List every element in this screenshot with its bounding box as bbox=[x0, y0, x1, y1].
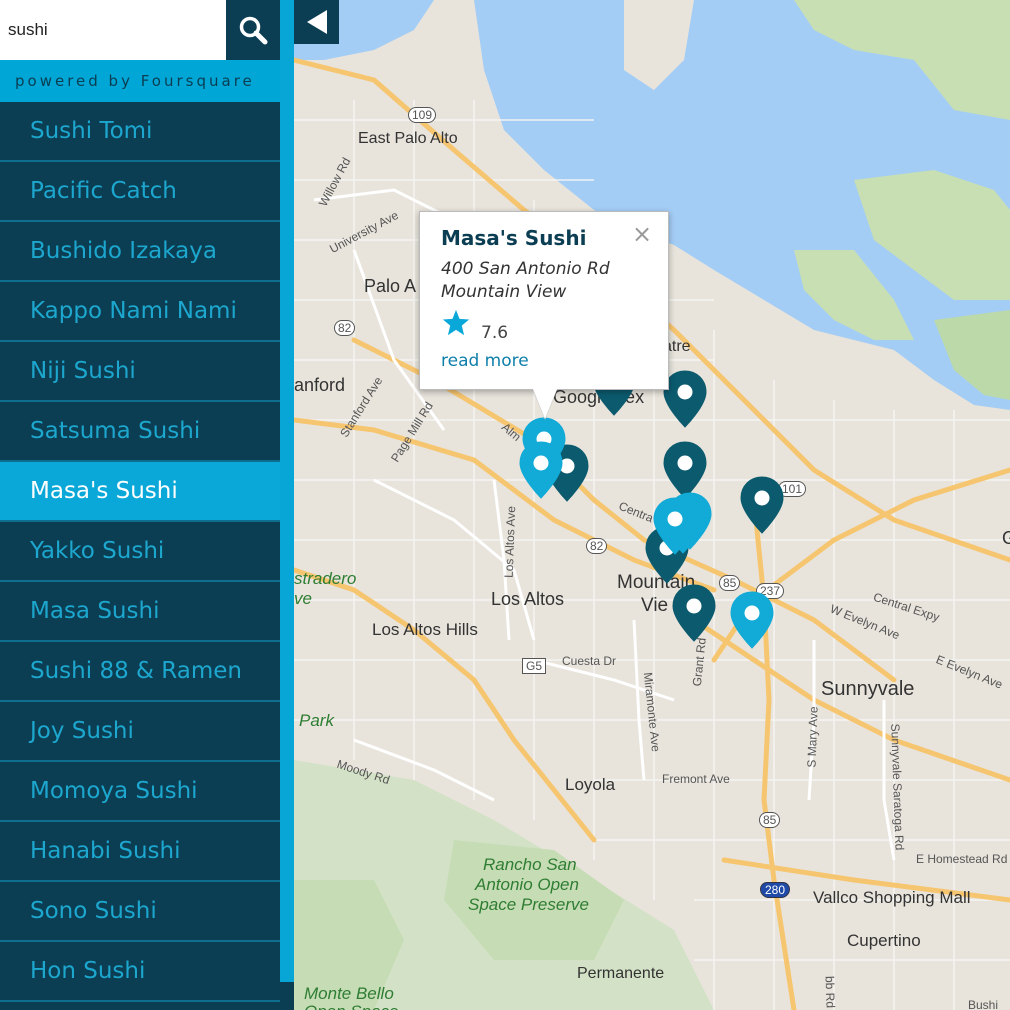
venue-list-item[interactable]: Sono Sushi bbox=[0, 882, 280, 942]
map-pin-icon[interactable] bbox=[652, 496, 698, 561]
map-label-rancho-1: Rancho San bbox=[483, 855, 577, 874]
search-bar bbox=[0, 0, 280, 60]
map-label-g-right: G bbox=[1002, 528, 1010, 548]
info-window: Masa's Sushi × 400 San Antonio Rd Mounta… bbox=[419, 211, 669, 390]
map-label-sunnyvale: Sunnyvale bbox=[821, 678, 915, 700]
map-label-park: Park bbox=[299, 711, 334, 730]
info-window-title: Masa's Sushi bbox=[441, 226, 587, 250]
left-triangle-icon bbox=[306, 10, 327, 34]
venue-list-item[interactable]: Pacific Catch bbox=[0, 162, 280, 222]
search-icon bbox=[239, 16, 268, 45]
map-label-permanente: Permanente bbox=[577, 965, 665, 982]
map-label-mountain-view-2: Vie bbox=[641, 595, 669, 616]
map-label-vallco: Vallco Shopping Mall bbox=[813, 888, 971, 907]
venue-list-item[interactable]: Sushi 88 & Ramen bbox=[0, 642, 280, 702]
close-icon[interactable]: × bbox=[632, 220, 652, 248]
toggle-sidebar-button[interactable] bbox=[294, 0, 339, 44]
map-label-cuesta-dr: Cuesta Dr bbox=[562, 654, 617, 668]
map-pin-icon[interactable] bbox=[671, 583, 717, 648]
venue-list-item[interactable]: Yakko Sushi bbox=[0, 522, 280, 582]
highway-shield-g5: G5 bbox=[522, 658, 547, 674]
info-window-rating: 7.6 bbox=[481, 323, 509, 343]
map-label-monte-bello-1: Monte Bello bbox=[304, 984, 394, 1003]
read-more-link[interactable]: read more bbox=[441, 351, 529, 371]
map-pin-icon[interactable] bbox=[729, 590, 775, 655]
venue-list-item[interactable]: Hon Sushi bbox=[0, 942, 280, 1002]
venue-list-item[interactable]: Momoya Sushi bbox=[0, 762, 280, 822]
info-window-address-line1: 400 San Antonio Rd bbox=[441, 259, 610, 279]
info-window-tail bbox=[533, 389, 557, 419]
star-icon bbox=[442, 309, 470, 336]
map-label-estradero-1: stradero bbox=[294, 569, 357, 588]
venue-list-item[interactable]: Bushido Izakaya bbox=[0, 222, 280, 282]
scrollbar-thumb[interactable] bbox=[280, 982, 294, 1010]
map-label-rancho-2: Antonio Open bbox=[475, 875, 579, 894]
venue-list-item[interactable]: Satsuma Sushi bbox=[0, 402, 280, 462]
highway-shield-109: 109 bbox=[408, 107, 437, 123]
venue-list-item[interactable]: Hanabi Sushi bbox=[0, 822, 280, 882]
map-pin-icon[interactable] bbox=[518, 440, 564, 505]
venue-list-item[interactable]: Niji Sushi bbox=[0, 342, 280, 402]
map-label-loyola: Loyola bbox=[565, 775, 616, 794]
highway-shield-82b: 82 bbox=[586, 538, 608, 554]
highway-shield-85a: 85 bbox=[719, 575, 741, 591]
map-label-e-homestead: E Homestead Rd bbox=[916, 852, 1008, 866]
info-window-address-line2: Mountain View bbox=[441, 282, 567, 302]
venue-list-item[interactable]: Sushi Tomi bbox=[0, 102, 280, 162]
sidebar: powered by Foursquare Sushi TomiPacific … bbox=[0, 0, 280, 1010]
map-pin-icon[interactable] bbox=[739, 475, 785, 540]
search-button[interactable] bbox=[226, 0, 280, 60]
map-label-rd-tail: bb Rd bbox=[822, 975, 838, 1009]
highway-shield-280: 280 bbox=[760, 882, 791, 898]
map-label-rancho-3: Space Preserve bbox=[468, 895, 589, 914]
map-label-estradero-2: ve bbox=[294, 589, 312, 608]
map-label-fremont-ave: Fremont Ave bbox=[662, 772, 730, 786]
map-label-stanford: anford bbox=[294, 375, 346, 395]
venue-list-item[interactable]: Kappo Nami Nami bbox=[0, 282, 280, 342]
venue-list-item[interactable]: Masa's Sushi bbox=[0, 462, 280, 522]
venue-list-item[interactable]: Joy Sushi bbox=[0, 702, 280, 762]
map-label-east-palo-alto: East Palo Alto bbox=[358, 130, 458, 147]
map-label-cupertino: Cupertino bbox=[847, 931, 921, 950]
map-label-los-altos-hills: Los Altos Hills bbox=[372, 620, 478, 639]
venue-list-item[interactable]: Masa Sushi bbox=[0, 582, 280, 642]
search-input[interactable] bbox=[0, 0, 226, 60]
map-label-s-mary-ave: S Mary Ave bbox=[804, 706, 821, 768]
map-label-palo-alto: Palo A bbox=[364, 276, 417, 296]
map-label-los-altos-ave: Los Altos Ave bbox=[501, 505, 519, 579]
map-label-foothill: Bushi bbox=[968, 998, 999, 1010]
highway-shield-85b: 85 bbox=[759, 812, 781, 828]
highway-shield-82a: 82 bbox=[334, 320, 356, 336]
powered-by-label: powered by Foursquare bbox=[0, 60, 280, 102]
scrollbar-track[interactable] bbox=[280, 0, 294, 1010]
map-label-monte-bello-2: Open Space bbox=[304, 1002, 399, 1010]
map-label-los-altos: Los Altos bbox=[491, 589, 565, 609]
venue-list: Sushi Tomi Pacific Catch Bushido Izakaya Ka… bbox=[0, 102, 280, 1002]
